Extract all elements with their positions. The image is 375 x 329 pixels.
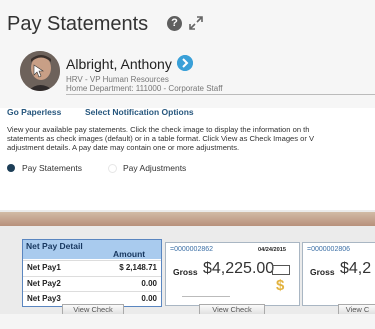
radio-pay-statements[interactable] xyxy=(7,164,15,172)
check-image[interactable]: =0000002862 04/24/2015 Gross $4,225.00 $ xyxy=(165,242,300,306)
help-icon[interactable]: ? xyxy=(167,16,182,31)
select-notification-link[interactable]: Select Notification Options xyxy=(85,107,194,117)
check-amount: $4,2 xyxy=(340,260,372,277)
amount-header: Amount xyxy=(113,249,146,259)
viewer-scroll-bar[interactable] xyxy=(0,212,375,226)
signature-line xyxy=(182,296,230,297)
gross-label: Gross xyxy=(310,267,335,277)
employee-position: HRV - VP Human Resources xyxy=(66,75,169,84)
table-row: Net Pay1 $ 2,148.71 xyxy=(23,260,161,274)
gross-label: Gross xyxy=(173,267,198,277)
chevron-right-circle-icon[interactable] xyxy=(177,55,193,71)
net-pay-detail-label: Net Pay Detail xyxy=(26,241,83,251)
amount-box xyxy=(272,265,290,275)
check-number: =0000002862 xyxy=(170,246,214,253)
check-amount: $4,225.00 xyxy=(203,260,275,277)
net-pay-detail-table[interactable]: Net Pay Detail Amount Net Pay1 $ 2,148.7… xyxy=(22,239,162,307)
avatar xyxy=(20,51,60,91)
description-text: View your available pay statements. Clic… xyxy=(7,125,315,153)
radio-pay-adjustments[interactable] xyxy=(108,164,117,173)
table-row: Net Pay2 0.00 xyxy=(23,276,161,290)
check-number: =0000002806 xyxy=(307,246,351,253)
expand-icon[interactable] xyxy=(188,15,204,31)
radio-label-pay-adjustments[interactable]: Pay Adjustments xyxy=(123,163,186,173)
go-paperless-link[interactable]: Go Paperless xyxy=(7,107,61,117)
dollar-icon: $ xyxy=(276,277,285,294)
check-date: 04/24/2015 xyxy=(258,247,286,253)
net-pay-detail-header: Net Pay Detail Amount xyxy=(23,240,161,259)
check-image[interactable]: =0000002806 Gross $4,2 xyxy=(302,242,375,306)
employee-department: Home Department: 111000 - Corporate Staf… xyxy=(66,84,223,93)
page-title: Pay Statements xyxy=(7,13,149,35)
divider xyxy=(66,94,375,95)
radio-label-pay-statements[interactable]: Pay Statements xyxy=(22,163,82,173)
viewer-bottom xyxy=(0,314,375,329)
table-row: Net Pay3 0.00 xyxy=(23,291,161,305)
employee-name: Albright, Anthony xyxy=(66,56,172,72)
